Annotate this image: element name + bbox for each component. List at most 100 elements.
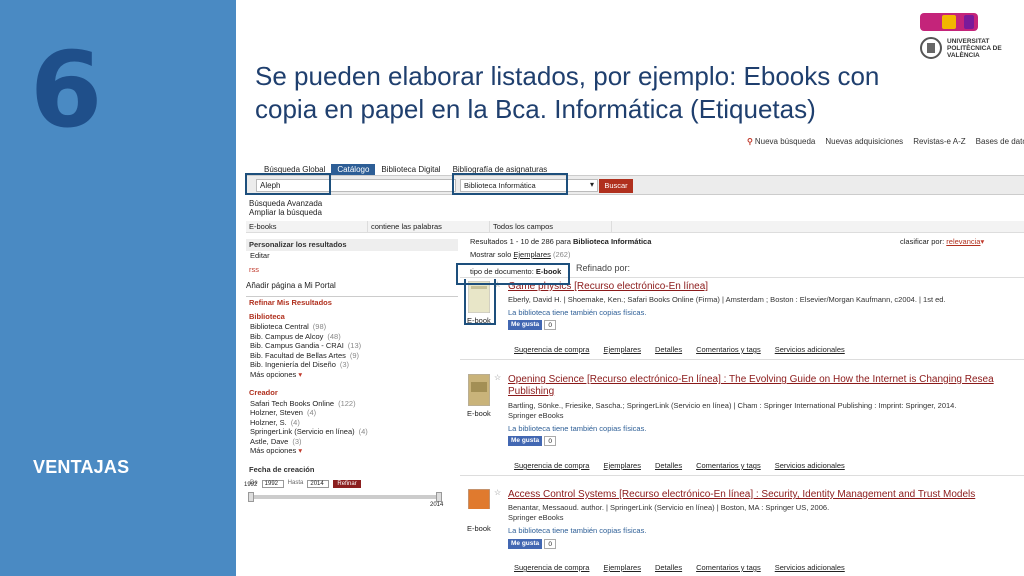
- date-range: De 1992 Hasta 2014 Refinar: [246, 479, 458, 489]
- highlight-search-input: [245, 173, 331, 195]
- facet-creator[interactable]: Astle, Dave (3): [246, 437, 458, 447]
- copies-link[interactable]: Ejemplares: [603, 461, 641, 470]
- nav-new-acquisitions[interactable]: Nuevas adquisiciones: [825, 137, 903, 146]
- nav-new-search[interactable]: ⚲ Nueva búsqueda: [747, 137, 815, 146]
- facet-library[interactable]: Bib. Campus Gandia - CRAI (13): [246, 341, 458, 351]
- details-link[interactable]: Detalles: [655, 563, 682, 572]
- purchase-suggestion-link[interactable]: Sugerencia de compra: [514, 563, 589, 572]
- filter-row: E-books contiene las palabras Todos los …: [246, 221, 1024, 233]
- exaptia-logo: [920, 13, 978, 31]
- result-authors: Bartling, Sönke., Friesike, Sascha.; Spr…: [508, 401, 957, 410]
- add-portal-link[interactable]: Añadir página a Mi Portal: [246, 281, 458, 291]
- additional-services-link[interactable]: Servicios adicionales: [775, 345, 845, 354]
- search-row: Aleph Biblioteca Informática Buscar: [246, 175, 1024, 195]
- date-heading: Fecha de creación: [249, 464, 315, 474]
- star-icon[interactable]: ☆: [494, 373, 501, 382]
- copies-link[interactable]: Ejemplares: [603, 345, 641, 354]
- top-nav: ⚲ Nueva búsqueda Nuevas adquisiciones Rev…: [747, 137, 1024, 146]
- result-title[interactable]: Opening Science [Recurso electrónico-En …: [508, 374, 1014, 398]
- library-heading: Biblioteca: [249, 311, 285, 321]
- book-cover-thumbnail[interactable]: [468, 489, 490, 521]
- date-to-input[interactable]: 2014: [307, 479, 330, 488]
- edit-link[interactable]: Editar: [246, 251, 458, 261]
- copies-note: La biblioteca tiene también copias físic…: [508, 526, 647, 535]
- search-button[interactable]: Buscar: [599, 179, 633, 193]
- nav-ejournals[interactable]: Revistas-e A-Z: [913, 137, 965, 146]
- book-cover-thumbnail[interactable]: [468, 374, 490, 406]
- details-link[interactable]: Detalles: [655, 345, 682, 354]
- slider-labels: 1992 2014: [244, 482, 450, 509]
- facet-creator[interactable]: Safari Tech Books Online (122): [246, 399, 458, 409]
- advanced-search-link[interactable]: Búsqueda Avanzada: [249, 199, 322, 208]
- more-options-link[interactable]: Más opciones: [246, 370, 458, 380]
- result-collection: Springer eBooks: [508, 513, 564, 522]
- upv-name: UNIVERSITAT POLITÈCNICA DE VALÈNCIA: [947, 38, 1002, 59]
- facet-library[interactable]: Bib. Ingeniería del Diseño (3): [246, 360, 458, 370]
- facet-creator[interactable]: SpringerLink (Servicio en línea) (4): [246, 427, 458, 437]
- facebook-like[interactable]: Me gusta 0: [508, 539, 557, 549]
- sort-select[interactable]: relevancia: [946, 237, 980, 246]
- star-icon[interactable]: ☆: [494, 488, 501, 497]
- facet-library[interactable]: Bib. Facultad de Bellas Artes (9): [246, 351, 458, 361]
- facet-creator[interactable]: Holzner, Steven (4): [246, 408, 458, 418]
- like-button[interactable]: Me gusta: [508, 436, 543, 446]
- comments-tags-link[interactable]: Comentarios y tags: [696, 563, 761, 572]
- result-title[interactable]: Access Control Systems [Recurso electrón…: [508, 489, 1024, 501]
- additional-services-link[interactable]: Servicios adicionales: [775, 563, 845, 572]
- copies-count: (262): [552, 250, 571, 259]
- advanced-links: Búsqueda Avanzada Ampliar la búsqueda: [249, 199, 322, 217]
- facet-creator[interactable]: Holzner, S. (4): [246, 418, 458, 428]
- chevron-down-icon: ▾: [980, 237, 985, 246]
- copies-note: La biblioteca tiene también copias físic…: [508, 308, 647, 317]
- sort-control: clasificar por: relevancia▾: [900, 237, 984, 246]
- filter-operator[interactable]: contiene las palabras: [368, 221, 490, 232]
- refined-by: Refinado por:: [576, 263, 631, 273]
- like-count: 0: [544, 436, 557, 446]
- expand-search-link[interactable]: Ampliar la búsqueda: [249, 208, 322, 217]
- like-button[interactable]: Me gusta: [508, 320, 543, 330]
- creator-heading: Creador: [249, 388, 278, 397]
- date-to-label: Hasta: [287, 480, 304, 486]
- more-options-link[interactable]: Más opciones: [246, 446, 458, 456]
- results-summary: Resultados 1 - 10 de 286 para Biblioteca…: [470, 237, 651, 246]
- highlight-ebook-thumb: [464, 279, 496, 325]
- search-icon: ⚲: [747, 137, 753, 146]
- record-actions: Sugerencia de compra Ejemplares Detalles…: [514, 345, 845, 354]
- comments-tags-link[interactable]: Comentarios y tags: [696, 345, 761, 354]
- result-title[interactable]: Game physics [Recurso electrónico-En lín…: [508, 281, 1024, 293]
- filter-type[interactable]: E-books: [246, 221, 368, 232]
- like-count: 0: [544, 320, 557, 330]
- format-label: E-book: [467, 524, 491, 533]
- facebook-like[interactable]: Me gusta 0: [508, 320, 557, 330]
- nav-databases[interactable]: Bases de dato: [976, 137, 1024, 146]
- comments-tags-link[interactable]: Comentarios y tags: [696, 461, 761, 470]
- side-label: VENTAJAS: [33, 457, 130, 477]
- rss-link[interactable]: rss: [246, 265, 458, 275]
- facet-library[interactable]: Bib. Campus de Alcoy (48): [246, 332, 458, 342]
- filter-field[interactable]: Todos los campos: [490, 221, 612, 232]
- purchase-suggestion-link[interactable]: Sugerencia de compra: [514, 461, 589, 470]
- refine-heading: Refinar Mis Resultados: [246, 296, 458, 309]
- tab-catalog[interactable]: Catálogo: [331, 164, 376, 175]
- additional-services-link[interactable]: Servicios adicionales: [775, 461, 845, 470]
- results-range: Resultados 1 - 10 de 286: [470, 237, 554, 246]
- slide-title: Se pueden elaborar listados, por ejemplo…: [255, 61, 880, 124]
- show-only-label: Mostrar solo: [470, 250, 512, 259]
- details-link[interactable]: Detalles: [655, 461, 682, 470]
- copies-filter-link[interactable]: Ejemplares: [513, 250, 551, 259]
- like-count: 0: [544, 539, 557, 549]
- tab-digital-library[interactable]: Biblioteca Digital: [375, 164, 446, 175]
- like-button[interactable]: Me gusta: [508, 539, 543, 549]
- facebook-like[interactable]: Me gusta 0: [508, 436, 557, 446]
- result-authors: Eberly, David H. | Shoemake, Ken.; Safar…: [508, 295, 946, 304]
- slide: 6 VENTAJAS Se pueden elaborar listados, …: [0, 0, 1024, 576]
- date-from-input[interactable]: 1992: [261, 479, 284, 488]
- personalize-heading: Personalizar los resultados: [246, 239, 458, 251]
- upv-logo: UNIVERSITAT POLITÈCNICA DE VALÈNCIA: [920, 37, 1015, 61]
- facet-library[interactable]: Biblioteca Central (98): [246, 322, 458, 332]
- divider: [460, 475, 1024, 476]
- record-actions: Sugerencia de compra Ejemplares Detalles…: [514, 563, 845, 572]
- refine-date-button[interactable]: Refinar: [333, 479, 361, 488]
- purchase-suggestion-link[interactable]: Sugerencia de compra: [514, 345, 589, 354]
- copies-link[interactable]: Ejemplares: [603, 563, 641, 572]
